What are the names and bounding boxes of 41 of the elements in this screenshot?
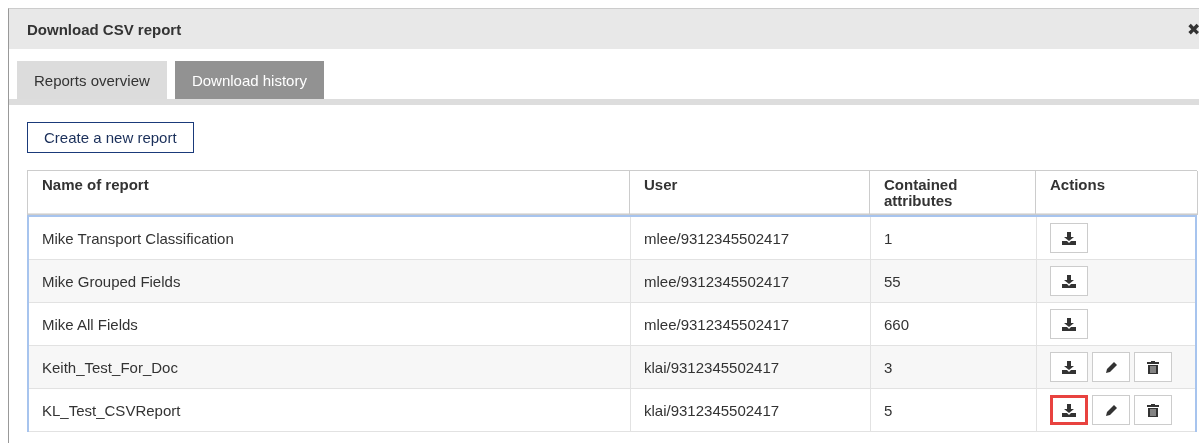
table-cell: klai/9312345502417 [631,389,871,431]
table-cell: mlee/9312345502417 [631,260,871,302]
window-title: Download CSV report [27,20,182,38]
trash-icon [1147,403,1159,417]
table-cell: Mike Grouped Fields [29,260,631,302]
table-cell: 660 [871,303,1037,345]
table-cell: Mike All Fields [29,303,631,345]
download-button[interactable] [1050,352,1088,382]
delete-button[interactable] [1134,352,1172,382]
download-button[interactable] [1050,309,1088,339]
column-header: User [630,171,870,215]
create-report-button[interactable]: Create a new report [27,122,194,153]
column-header: Contained attributes [870,171,1036,215]
table-cell: mlee/9312345502417 [631,303,871,345]
column-header: Name of report [28,171,630,215]
table-cell: 55 [871,260,1037,302]
download-icon [1062,231,1076,245]
close-button[interactable]: ✖ [1187,19,1199,39]
table-cell: mlee/9312345502417 [631,217,871,259]
download-button[interactable] [1050,223,1088,253]
edit-button[interactable] [1092,352,1130,382]
table-cell: Keith_Test_For_Doc [29,346,631,388]
trash-icon [1147,360,1159,374]
delete-button[interactable] [1134,395,1172,425]
edit-button[interactable] [1092,395,1130,425]
table-cell: Mike Transport Classification [29,217,631,259]
tab[interactable]: Reports overview [17,61,167,99]
pencil-icon [1104,360,1118,374]
table-cell: 5 [871,389,1037,431]
download-icon [1062,403,1076,417]
download-button[interactable] [1050,395,1088,425]
download-icon [1062,274,1076,288]
download-button[interactable] [1050,266,1088,296]
download-icon [1062,317,1076,331]
table-cell: KL_Test_CSVReport [29,389,631,431]
column-header: Actions [1036,171,1198,215]
table-cell: 3 [871,346,1037,388]
table-cell: 1 [871,217,1037,259]
table-cell: klai/9312345502417 [631,346,871,388]
download-icon [1062,360,1076,374]
pencil-icon [1104,403,1118,417]
